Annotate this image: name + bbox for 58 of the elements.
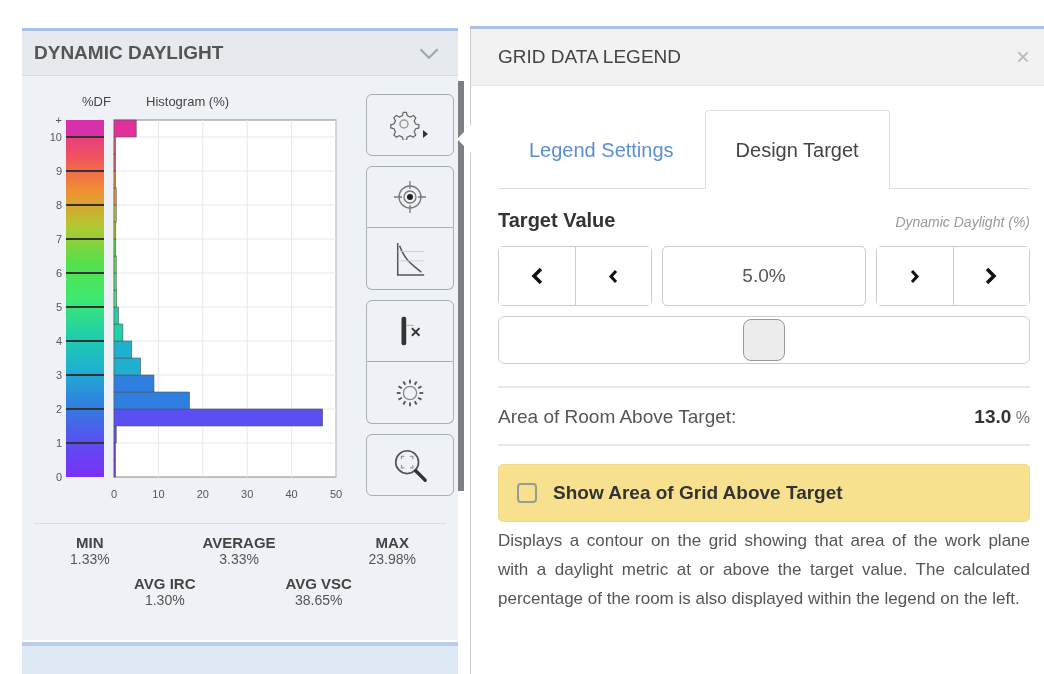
settings-icon bbox=[390, 110, 430, 140]
panel-title: DYNAMIC DAYLIGHT bbox=[34, 42, 224, 64]
show-area-toggle[interactable]: Show Area of Grid Above Target bbox=[498, 464, 1030, 522]
stat-value: 1.30% bbox=[144, 592, 185, 608]
curve-chart-button[interactable] bbox=[366, 228, 454, 290]
tick-label: 50 bbox=[329, 488, 342, 500]
tick-label: 1 bbox=[55, 437, 62, 449]
stat-value: 38.65% bbox=[294, 592, 343, 608]
thermometer-button[interactable] bbox=[366, 300, 454, 362]
tick-label: 0 bbox=[55, 471, 62, 483]
slider-thumb[interactable] bbox=[743, 319, 785, 361]
stat-label: AVERAGE bbox=[202, 534, 276, 551]
chevron-left-icon bbox=[529, 267, 544, 285]
tick-label: 10 bbox=[152, 488, 165, 500]
tick-label: 20 bbox=[196, 488, 209, 500]
stat-value: 1.33% bbox=[70, 551, 110, 567]
tick-label: 6 bbox=[55, 267, 62, 279]
axis-title: %DF bbox=[82, 94, 111, 109]
target-button[interactable] bbox=[366, 166, 454, 228]
tick-label: 4 bbox=[55, 335, 62, 347]
value-field[interactable]: 5.0% bbox=[662, 246, 866, 306]
decrease-button[interactable] bbox=[574, 247, 651, 305]
stat-label: MIN bbox=[76, 534, 104, 551]
stat-label: AVG IRC bbox=[134, 575, 196, 592]
area-label: Area of Room Above Target: bbox=[498, 406, 737, 428]
tick-label: 2 bbox=[55, 403, 62, 415]
stat-value: 3.33% bbox=[219, 551, 259, 567]
tick-label: 9 bbox=[55, 165, 62, 177]
tab[interactable]: Design Target bbox=[704, 110, 890, 189]
tick-label: 0 bbox=[110, 488, 118, 500]
tick-label: 7 bbox=[55, 233, 62, 245]
panel-title: GRID DATA LEGEND bbox=[498, 46, 681, 68]
tick-label: 3 bbox=[55, 369, 62, 381]
area-value: 13.0 bbox=[974, 406, 1012, 427]
metric-label: Dynamic Daylight (%) bbox=[895, 214, 1030, 230]
chevron-icon[interactable] bbox=[418, 46, 440, 60]
increase-large-button[interactable] bbox=[952, 247, 1029, 305]
stat-label: AVG VSC bbox=[285, 575, 352, 592]
chevron-right-icon bbox=[908, 268, 921, 284]
chevron-left-icon bbox=[607, 268, 620, 284]
tick-label: + bbox=[55, 114, 62, 126]
zoom-extents-button[interactable] bbox=[366, 434, 454, 496]
chart-title: Histogram (%) bbox=[146, 94, 230, 109]
unit-label: % bbox=[1015, 409, 1030, 426]
scrollbar[interactable] bbox=[458, 81, 464, 491]
section-title: Target Value bbox=[498, 209, 616, 232]
tick-label: 10 bbox=[49, 131, 62, 143]
description-text: Displays a contour on the grid showing that area of the work plane with a daylight metric at or above the target value. The calculated percentage of the room is also displayed within the legend on the left. bbox=[498, 530, 1030, 610]
checkbox[interactable] bbox=[517, 483, 537, 503]
target-icon bbox=[392, 179, 428, 215]
tick-label: 30 bbox=[241, 488, 254, 500]
chevron-right-icon bbox=[984, 267, 999, 285]
stat-value: 23.98% bbox=[368, 551, 416, 567]
stat-label: MAX bbox=[375, 534, 409, 551]
tick-label: 40 bbox=[285, 488, 298, 500]
settings-button[interactable] bbox=[366, 94, 454, 156]
tick-label: 5 bbox=[55, 301, 62, 313]
tick-label: 8 bbox=[55, 199, 62, 211]
